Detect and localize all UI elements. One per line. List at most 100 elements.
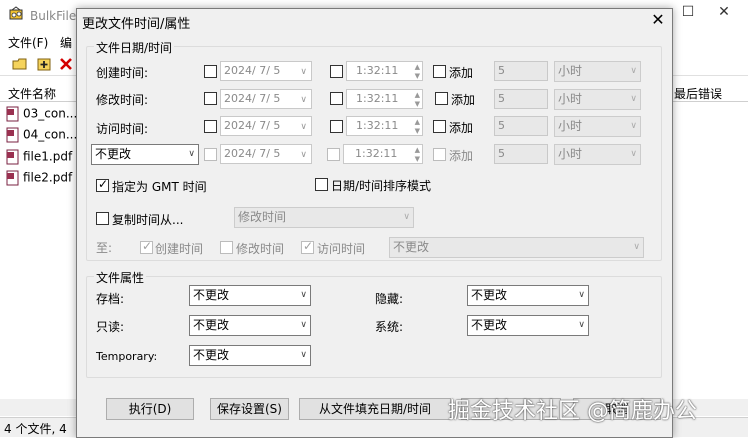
spin-up-icon[interactable]: ▲ <box>415 146 420 154</box>
accessed-time-spinner[interactable]: 1:32:11 ▲ ▼ <box>346 116 423 136</box>
archive-label: 存档: <box>96 292 125 306</box>
created-time-label: 创建时间: <box>96 66 149 80</box>
accessed-unit-select[interactable]: 小时 ∨ <box>554 116 641 137</box>
to-modified-checkbox[interactable] <box>220 241 233 254</box>
fill-from-file-button[interactable]: 从文件填充日期/时间 <box>299 398 451 420</box>
pdf-file-icon <box>6 106 19 122</box>
modified-time-value: 1:32:11 <box>356 92 399 105</box>
attributes-group-label: 文件属性 <box>94 269 147 286</box>
accessed-date-picker[interactable]: 2024/ 7/ 5 ∨ <box>220 116 312 136</box>
created-time-checkbox[interactable] <box>330 65 343 78</box>
created-date-picker[interactable]: 2024/ 7/ 5 ∨ <box>220 61 312 81</box>
remove-icon[interactable] <box>58 56 74 72</box>
to-label: 至: <box>96 241 113 255</box>
modified-unit-select[interactable]: 小时 ∨ <box>554 89 641 110</box>
extra-time-spinner[interactable]: 1:32:11 ▲ ▼ <box>343 144 423 164</box>
menu-edit[interactable]: 编 <box>60 34 72 51</box>
extra-time-select[interactable]: 不更改 ∨ <box>91 144 199 165</box>
list-item[interactable]: file1.pdf <box>6 149 72 169</box>
modified-add-label: 添加 <box>451 93 476 107</box>
extra-unit-select[interactable]: 小时 ∨ <box>554 144 641 165</box>
temporary-select[interactable]: 不更改 ∨ <box>189 345 311 366</box>
copy-time-label: 复制时间从... <box>112 213 184 227</box>
modified-add-value[interactable]: 5 <box>494 89 548 109</box>
accessed-time-checkbox[interactable] <box>330 120 343 133</box>
chevron-down-icon: ∨ <box>300 290 307 300</box>
created-add-label: 添加 <box>449 66 474 80</box>
gmt-checkbox[interactable] <box>96 177 109 192</box>
to-created-checkbox[interactable] <box>140 239 153 254</box>
column-last-error[interactable]: 最后错误 <box>674 85 722 102</box>
chevron-down-icon: ∨ <box>300 350 307 360</box>
accessed-date-checkbox[interactable] <box>204 120 217 133</box>
modified-add-checkbox[interactable] <box>435 92 448 105</box>
chevron-down-icon: ∨ <box>630 149 637 159</box>
spin-up-icon[interactable]: ▲ <box>415 91 420 99</box>
chevron-down-icon: ∨ <box>630 94 637 104</box>
spin-up-icon[interactable]: ▲ <box>415 63 420 71</box>
extra-date-checkbox[interactable] <box>204 148 217 161</box>
accessed-add-value[interactable]: 5 <box>494 116 548 136</box>
spin-down-icon[interactable]: ▼ <box>415 100 420 108</box>
chevron-down-icon: ∨ <box>300 95 307 105</box>
pdf-file-icon <box>6 149 19 165</box>
archive-select[interactable]: 不更改 ∨ <box>189 285 311 306</box>
to-created-label: 创建时间 <box>155 242 204 256</box>
extra-date-picker[interactable]: 2024/ 7/ 5 ∨ <box>220 144 312 164</box>
modified-time-spinner[interactable]: 1:32:11 ▲ ▼ <box>346 89 423 109</box>
created-add-checkbox[interactable] <box>433 65 446 78</box>
extra-add-value[interactable]: 5 <box>494 144 548 164</box>
open-folder-icon[interactable] <box>12 56 28 72</box>
sort-mode-checkbox[interactable] <box>315 178 328 191</box>
system-select[interactable]: 不更改 ∨ <box>467 315 589 336</box>
list-item[interactable]: 03_con... <box>6 106 77 126</box>
readonly-select[interactable]: 不更改 ∨ <box>189 315 311 336</box>
list-item[interactable]: 04_con... <box>6 127 77 147</box>
save-settings-button[interactable]: 保存设置(S) <box>210 398 289 420</box>
created-add-value[interactable]: 5 <box>494 61 548 81</box>
list-item[interactable]: file2.pdf <box>6 170 72 190</box>
maximize-icon[interactable]: ☐ <box>678 4 698 20</box>
modified-time-checkbox[interactable] <box>330 92 343 105</box>
to-modified-label: 修改时间 <box>236 242 285 256</box>
datetime-group-label: 文件日期/时间 <box>94 39 175 56</box>
modified-date-picker[interactable]: 2024/ 7/ 5 ∨ <box>220 89 312 109</box>
to-target-value: 不更改 <box>393 240 430 254</box>
add-files-icon[interactable] <box>36 56 52 72</box>
extra-time-value: 不更改 <box>95 147 132 161</box>
modified-date-checkbox[interactable] <box>204 92 217 105</box>
archive-value: 不更改 <box>193 288 230 302</box>
to-accessed-checkbox[interactable] <box>301 239 314 254</box>
to-accessed-label: 访问时间 <box>317 242 366 256</box>
copy-source-select[interactable]: 修改时间 ∨ <box>234 207 414 228</box>
chevron-down-icon: ∨ <box>300 122 307 132</box>
copy-time-checkbox[interactable] <box>96 212 109 225</box>
dialog-close-icon[interactable]: ✕ <box>649 10 667 29</box>
hidden-select[interactable]: 不更改 ∨ <box>467 285 589 306</box>
column-file-name[interactable]: 文件名称 <box>8 85 56 102</box>
created-date-checkbox[interactable] <box>204 65 217 78</box>
spin-down-icon[interactable]: ▼ <box>415 72 420 80</box>
to-target-select[interactable]: 不更改 ∨ <box>389 237 644 258</box>
accessed-add-checkbox[interactable] <box>433 120 446 133</box>
close-icon[interactable]: ✕ <box>714 4 734 20</box>
extra-date-value: 2024/ 7/ 5 <box>224 147 281 160</box>
extra-add-checkbox[interactable] <box>433 148 446 161</box>
file-name: file2.pdf <box>23 170 73 185</box>
menu-file[interactable]: 文件(F) <box>8 34 48 51</box>
created-unit-select[interactable]: 小时 ∨ <box>554 61 641 82</box>
hidden-label: 隐藏: <box>375 292 404 306</box>
chevron-down-icon: ∨ <box>300 67 307 77</box>
chevron-down-icon: ∨ <box>300 150 307 160</box>
accessed-date-value: 2024/ 7/ 5 <box>224 119 281 132</box>
spin-down-icon[interactable]: ▼ <box>415 127 420 135</box>
gmt-label: 指定为 GMT 时间 <box>112 180 207 194</box>
dialog-title: 更改文件时间/属性 <box>82 17 191 32</box>
spin-up-icon[interactable]: ▲ <box>415 118 420 126</box>
execute-button[interactable]: 执行(D) <box>106 398 194 420</box>
extra-time-checkbox[interactable] <box>327 148 340 161</box>
accessed-add-label: 添加 <box>449 121 474 135</box>
created-time-spinner[interactable]: 1:32:11 ▲ ▼ <box>346 61 423 81</box>
spin-down-icon[interactable]: ▼ <box>415 155 420 163</box>
extra-unit-value: 小时 <box>558 147 583 161</box>
